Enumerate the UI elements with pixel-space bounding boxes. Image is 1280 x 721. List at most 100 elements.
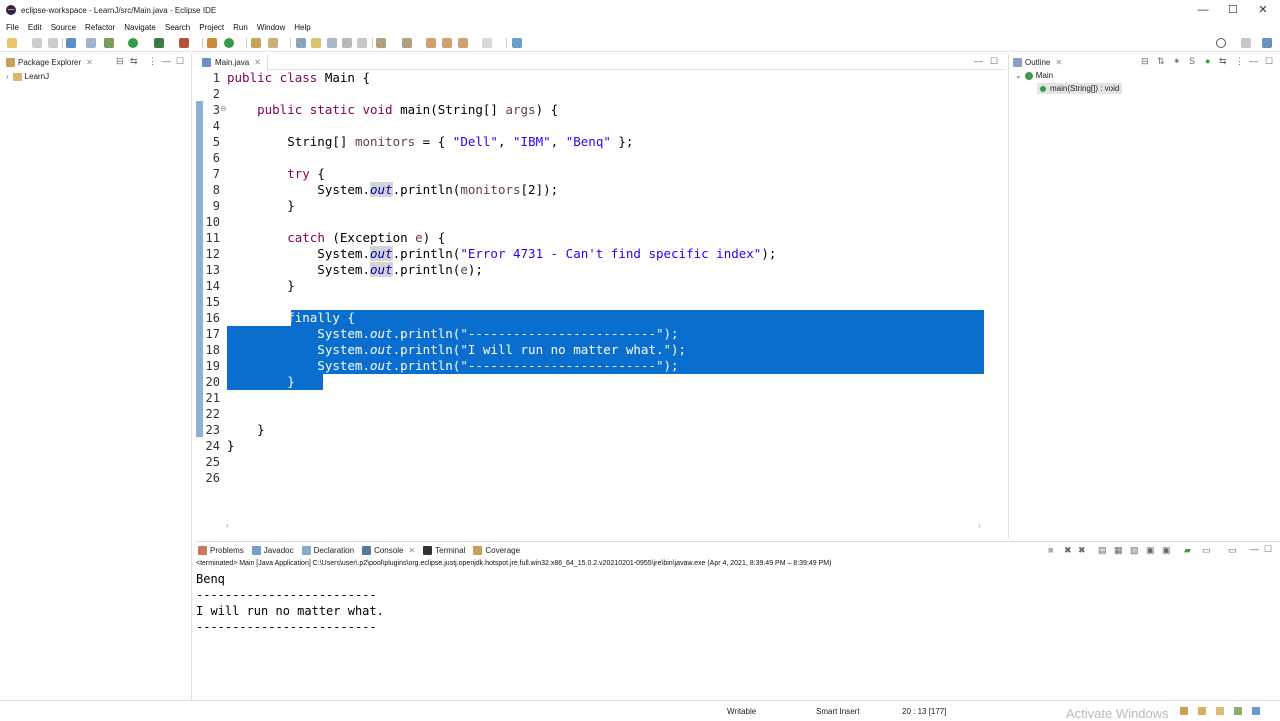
hide-static-icon[interactable]: S [1189, 56, 1195, 66]
editor-tab-main-java[interactable]: Main.java ✕ [196, 54, 268, 70]
package-explorer-tab[interactable]: Package Explorer ✕ [6, 54, 93, 71]
code-line-selected[interactable]: System.out.println("--------------------… [227, 358, 678, 374]
tree-item-learnj[interactable]: › LearnJ [6, 72, 49, 81]
outline-item-method[interactable]: main(String[]) : void [1037, 83, 1123, 94]
menu-run[interactable]: Run [233, 23, 248, 32]
sync-icon[interactable] [1234, 707, 1242, 715]
menu-navigate[interactable]: Navigate [124, 23, 156, 32]
terminal-icon[interactable] [66, 38, 76, 48]
code-line[interactable]: } [227, 438, 235, 454]
chevron-down-icon[interactable]: ⌄ [1015, 71, 1022, 80]
close-window-button[interactable]: ✕ [1248, 0, 1278, 20]
menu-project[interactable]: Project [199, 23, 224, 32]
word-wrap-icon[interactable]: ▧ [1130, 545, 1139, 556]
tab-declaration[interactable]: Declaration [301, 542, 354, 559]
pin-editor-icon[interactable] [512, 38, 522, 48]
maximize-view-icon[interactable]: ☐ [176, 56, 184, 67]
last-edit-icon[interactable] [426, 38, 436, 48]
menu-refactor[interactable]: Refactor [85, 23, 115, 32]
tab-terminal[interactable]: Terminal [423, 542, 465, 559]
menu-source[interactable]: Source [51, 23, 76, 32]
notification-icon[interactable] [1180, 707, 1188, 715]
progress-icon[interactable] [1216, 707, 1224, 715]
terminate-icon[interactable]: ■ [1048, 545, 1053, 555]
tasks-icon[interactable] [1198, 707, 1206, 715]
run-icon[interactable] [128, 38, 138, 48]
code-line-selected[interactable]: } [227, 374, 295, 390]
minimize-view-icon[interactable]: — [162, 56, 171, 66]
open-type-icon[interactable] [251, 38, 261, 48]
open-console-icon[interactable]: ▭ [1228, 545, 1237, 556]
outline-item-class[interactable]: ⌄ Main [1015, 71, 1053, 80]
close-icon[interactable]: ✕ [86, 58, 93, 67]
search-icon[interactable] [1216, 38, 1226, 48]
view-menu-icon[interactable]: ⋮ [1235, 56, 1244, 67]
tab-problems[interactable]: Problems [198, 542, 244, 559]
prev-annotation-icon[interactable] [402, 38, 412, 48]
collapse-all-icon[interactable]: ⊟ [1141, 56, 1149, 67]
skip-breakpoints-icon[interactable] [86, 38, 96, 48]
java-editor[interactable]: Main.java ✕ — ☐ 1 2 3 ⊖ 4 5 6 7 8 9 10 1… [196, 54, 1006, 538]
code-line-selected[interactable]: System.out.println("I will run no matter… [227, 342, 686, 358]
code-line-selected[interactable]: finally { [227, 310, 355, 326]
back-icon[interactable] [442, 38, 452, 48]
code-line[interactable]: } [227, 422, 265, 438]
back-nav-icon[interactable] [458, 38, 468, 48]
show-whitespace-icon[interactable] [342, 38, 352, 48]
java-perspective-icon[interactable] [1262, 38, 1272, 48]
remove-launch-icon[interactable]: ✖ [1064, 545, 1072, 556]
new-java-class-icon[interactable] [224, 38, 234, 48]
status-insert-mode[interactable]: Smart Insert [816, 707, 860, 716]
display-console-icon[interactable]: ▭ [1202, 545, 1211, 556]
status-cursor-position[interactable]: 20 : 13 [177] [902, 707, 946, 716]
horizontal-scrollbar[interactable]: ‹ › [226, 521, 986, 532]
external-tools-icon[interactable] [179, 38, 189, 48]
code-line[interactable]: try { [227, 166, 325, 182]
scroll-lock-icon[interactable]: ▦ [1114, 545, 1123, 556]
code-line[interactable]: public static void main(String[] args) { [227, 102, 558, 118]
code-line[interactable]: String[] monitors = { "Dell", "IBM", "Be… [227, 134, 633, 150]
minimize-view-icon[interactable]: — [974, 56, 983, 66]
hide-nonpublic-icon[interactable]: ● [1205, 56, 1210, 66]
perspective-open-icon[interactable] [1241, 38, 1251, 48]
tab-console[interactable]: Console ✕ [362, 542, 416, 559]
git-icon[interactable] [1252, 707, 1260, 715]
code-line[interactable]: System.out.println("Error 4731 - Can't f… [227, 246, 776, 262]
outline-tab[interactable]: Outline ✕ [1013, 54, 1062, 71]
collapse-all-icon[interactable]: ⊟ [116, 56, 124, 67]
show-on-error-icon[interactable]: ▣ [1162, 545, 1171, 556]
console-output[interactable]: Benq ------------------------- I will ru… [196, 571, 1280, 701]
minimize-button[interactable]: — [1188, 0, 1218, 20]
menu-window[interactable]: Window [257, 23, 285, 32]
new-java-package-icon[interactable] [207, 38, 217, 48]
toggle-mark-icon[interactable] [296, 38, 306, 48]
hide-fields-icon[interactable]: ✶ [1173, 56, 1181, 67]
save-icon[interactable] [32, 38, 42, 48]
maximize-view-icon[interactable]: ☐ [1265, 56, 1273, 67]
fold-icon[interactable]: ⊖ [220, 104, 227, 113]
minimize-view-icon[interactable]: — [1250, 544, 1259, 554]
debug-icon[interactable] [104, 38, 114, 48]
code-line[interactable]: catch (Exception e) { [227, 230, 445, 246]
link-editor-icon[interactable]: ⇆ [1219, 56, 1227, 67]
vertical-scrollbar[interactable] [990, 74, 994, 520]
next-annotation-icon[interactable] [376, 38, 386, 48]
coverage-icon[interactable] [154, 38, 164, 48]
close-icon[interactable]: ✕ [254, 58, 261, 67]
link-editor-icon[interactable]: ⇆ [130, 56, 138, 67]
close-icon[interactable]: ✕ [1055, 58, 1062, 67]
forward-icon[interactable] [482, 38, 492, 48]
code-line[interactable]: } [227, 198, 295, 214]
new-icon[interactable] [7, 38, 17, 48]
save-all-icon[interactable] [48, 38, 58, 48]
code-line-selected[interactable]: System.out.println("--------------------… [227, 326, 678, 342]
minimize-view-icon[interactable]: — [1249, 56, 1258, 66]
menu-file[interactable]: File [6, 23, 19, 32]
show-on-output-icon[interactable]: ▣ [1146, 545, 1155, 556]
maximize-button[interactable]: ☐ [1218, 0, 1248, 20]
remove-all-icon[interactable]: ✖ [1078, 545, 1086, 556]
pin-console-icon[interactable]: ▰ [1184, 545, 1191, 556]
paragraph-icon[interactable] [357, 38, 367, 48]
menu-edit[interactable]: Edit [28, 23, 42, 32]
code-line[interactable]: System.out.println(monitors[2]); [227, 182, 558, 198]
